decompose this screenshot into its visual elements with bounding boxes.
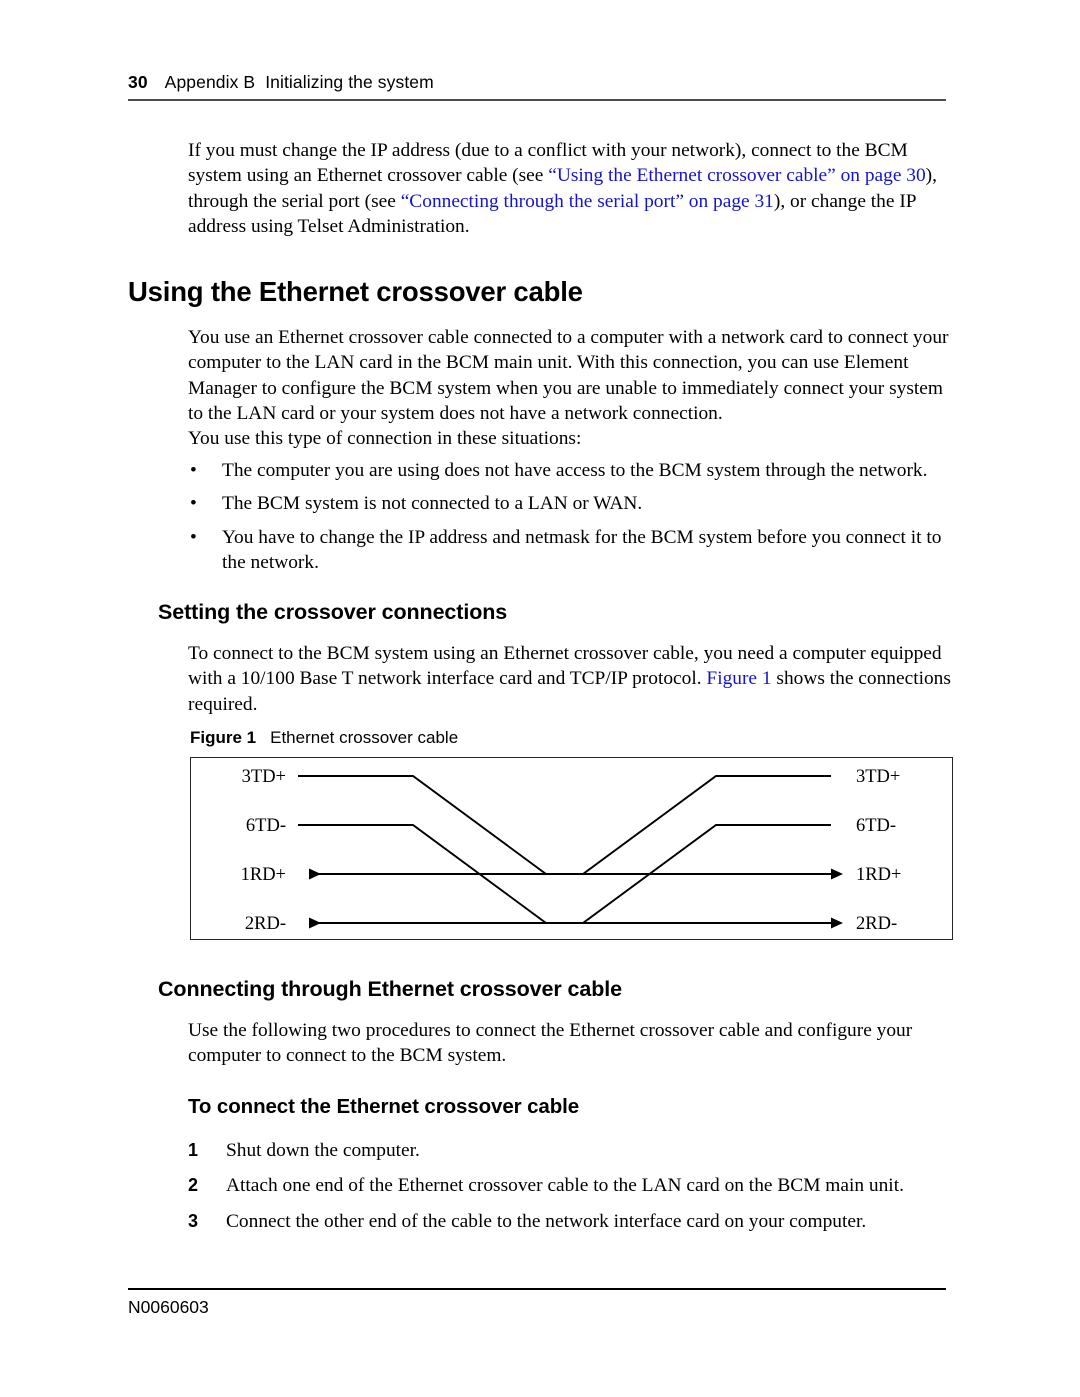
situations-bullet-list: • The computer you are using does not ha… (188, 458, 958, 584)
step-text: Connect the other end of the cable to th… (226, 1210, 867, 1232)
bullet-icon: • (190, 526, 197, 548)
step-number: 1 (188, 1140, 199, 1160)
section-connecting-paragraph: Use the following two procedures to conn… (188, 1020, 913, 1067)
figure-caption: Figure 1 Ethernet crossover cable (190, 728, 458, 748)
intro-paragraph: If you must change the IP address (due t… (188, 138, 958, 240)
diagram-right-pin-label-1: 3TD+ (856, 767, 900, 787)
footer-divider (128, 1288, 946, 1290)
figure-ethernet-crossover-diagram: 3TD+ 6TD- 1RD+ 2RD- 3TD+ 6TD- 1RD+ 2RD- (190, 757, 953, 940)
step-number: 3 (188, 1210, 199, 1231)
figure-caption-text: Ethernet crossover cable (270, 728, 459, 747)
list-item: 2 Attach one end of the Ethernet crossov… (188, 1173, 958, 1198)
bullet-icon: • (190, 460, 197, 481)
list-item-text: The computer you are using does not have… (222, 460, 928, 481)
step-text: Attach one end of the Ethernet crossover… (226, 1175, 904, 1197)
section-heading-connecting-through-crossover: Connecting through Ethernet crossover ca… (158, 977, 622, 1001)
list-item: • You have to change the IP address and … (188, 525, 958, 576)
bullet-list-intro: You use this type of connection in these… (188, 428, 582, 449)
header-divider (128, 99, 946, 101)
section-main-paragraph: You use an Ethernet crossover cable conn… (188, 327, 949, 425)
link-using-ethernet-crossover-cable[interactable]: “Using the Ethernet crossover cable” on … (548, 165, 925, 186)
link-connecting-through-serial-port[interactable]: “Connecting through the serial port” on … (401, 191, 774, 212)
link-figure-1[interactable]: Figure 1 (706, 668, 771, 689)
list-item: 3 Connect the other end of the cable to … (188, 1209, 958, 1234)
header-chapter: Appendix B (164, 72, 256, 92)
diagram-right-pin-label-4: 2RD- (856, 914, 897, 934)
diagram-right-pin-label-2: 6TD- (856, 816, 896, 836)
diagram-right-pin-label-3: 1RD+ (856, 865, 901, 885)
bullet-icon: • (190, 493, 197, 515)
list-item-text: You have to change the IP address and ne… (222, 526, 942, 574)
page-title: Using the Ethernet crossover cable (128, 276, 583, 307)
footer-document-id: N0060603 (128, 1297, 209, 1317)
page-header: 30 Appendix B Initializing the system (128, 72, 946, 93)
header-line: 30 Appendix B Initializing the system (128, 72, 946, 93)
document-page: 30 Appendix B Initializing the system If y… (0, 0, 1080, 1397)
list-item-text: The BCM system is not connected to a LAN… (222, 493, 643, 515)
crossover-wiring-svg: 3TD+ 6TD- 1RD+ 2RD- 3TD+ 6TD- 1RD+ 2RD- (241, 767, 902, 934)
procedure-steps-list: 1 Shut down the computer. 2 Attach one e… (188, 1138, 958, 1244)
diagram-left-pin-label-1: 3TD+ (242, 767, 286, 787)
diagram-left-pin-label-4: 2RD- (245, 914, 286, 934)
list-item: 1 Shut down the computer. (188, 1138, 958, 1163)
section-heading-setting-crossover-connections: Setting the crossover connections (158, 600, 508, 624)
procedure-heading-to-connect-crossover-cable: To connect the Ethernet crossover cable (188, 1095, 580, 1118)
step-number: 2 (188, 1175, 199, 1196)
section-setting-paragraph: To connect to the BCM system using an Et… (188, 641, 958, 717)
list-item: • The BCM system is not connected to a L… (188, 491, 958, 516)
header-section-title: Initializing the system (265, 72, 434, 92)
figure-number: Figure 1 (190, 728, 257, 747)
step-text: Shut down the computer. (226, 1140, 420, 1161)
header-page-number: 30 (128, 72, 148, 92)
diagram-left-pin-label-3: 1RD+ (241, 865, 286, 885)
diagram-left-pin-label-2: 6TD- (246, 816, 286, 836)
list-item: • The computer you are using does not ha… (188, 458, 958, 483)
